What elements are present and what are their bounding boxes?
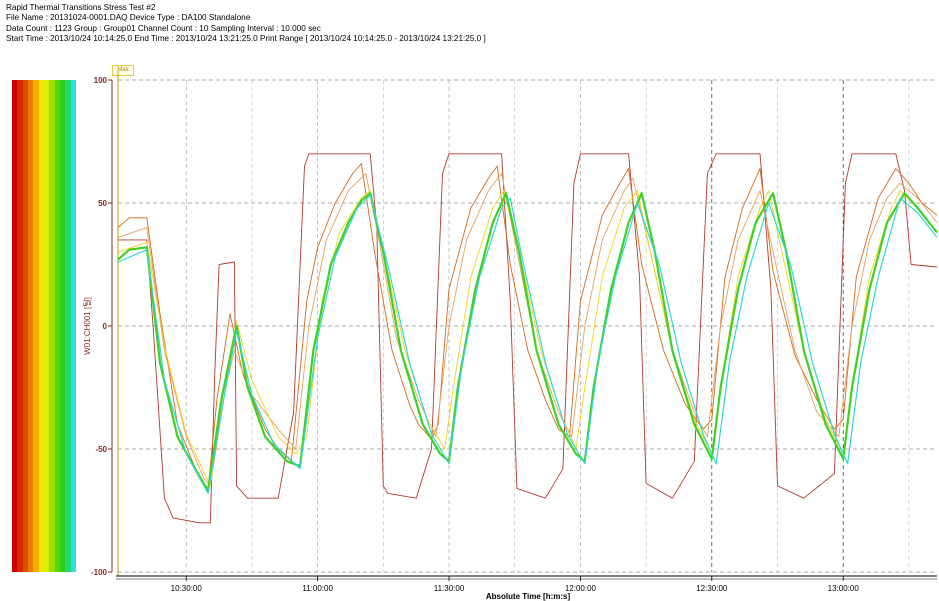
series-line-5 [117,192,938,492]
x-tick-label: 11:00:00 [302,584,333,593]
series-line-4 [117,190,938,487]
x-tick-label: 11:30:00 [434,584,465,593]
trend-chart: 100 50 0 -50 -100 W01:CH001 [틸] 10:30:00 11:00:… [82,70,938,601]
y-tick-label: 0 [103,322,108,331]
x-tick-label: 12:30:00 [696,584,728,593]
series [117,153,938,524]
y-tick-label: -50 [95,445,107,454]
x-tick-label: 10:30:00 [171,584,203,593]
y-axis-label: W01:CH001 [틸] [82,297,92,355]
y-tick-label: 100 [94,76,108,85]
x-axis-label: Absolute Time [h:m:s] [486,592,571,601]
series-line-3 [117,173,938,487]
y-tick-label: 50 [98,199,107,208]
x-tick-label: 13:00:00 [828,584,860,593]
y-tick-label: -100 [91,568,108,577]
grid [118,79,937,573]
